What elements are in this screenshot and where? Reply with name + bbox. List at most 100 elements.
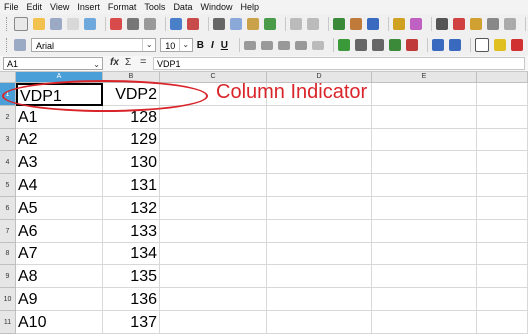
italic-button[interactable]: I bbox=[211, 40, 214, 51]
menu-insert[interactable]: Insert bbox=[77, 2, 100, 12]
open-folder-icon[interactable] bbox=[33, 18, 45, 30]
empty-cell[interactable] bbox=[477, 220, 528, 243]
select-all-corner[interactable] bbox=[0, 72, 16, 83]
empty-cell[interactable] bbox=[477, 197, 528, 220]
empty-cell[interactable] bbox=[477, 243, 528, 265]
align-left-icon[interactable] bbox=[244, 40, 256, 50]
chevron-down-icon[interactable]: ⌄ bbox=[142, 39, 155, 51]
row-header[interactable]: 8 bbox=[0, 243, 16, 265]
empty-cell[interactable] bbox=[372, 265, 477, 288]
column-header-a[interactable]: A bbox=[16, 72, 103, 83]
align-right-icon[interactable] bbox=[278, 40, 290, 50]
empty-cell[interactable] bbox=[267, 129, 372, 151]
empty-cell[interactable] bbox=[372, 174, 477, 197]
name-box[interactable]: A1 ⌄ bbox=[3, 57, 103, 70]
empty-cell[interactable] bbox=[477, 106, 528, 129]
cell-a11[interactable]: A10 bbox=[16, 311, 103, 334]
empty-cell[interactable] bbox=[267, 174, 372, 197]
print-icon[interactable] bbox=[127, 18, 139, 30]
empty-cell[interactable] bbox=[372, 197, 477, 220]
empty-cell[interactable] bbox=[160, 265, 267, 288]
empty-cell[interactable] bbox=[477, 83, 528, 106]
clone-formatting-icon[interactable] bbox=[264, 18, 276, 30]
row-header[interactable]: 11 bbox=[0, 311, 16, 334]
spellcheck-icon[interactable] bbox=[170, 18, 182, 30]
empty-cell[interactable] bbox=[160, 288, 267, 311]
email-icon[interactable] bbox=[67, 18, 79, 30]
row-header[interactable]: 6 bbox=[0, 197, 16, 220]
empty-cell[interactable] bbox=[267, 243, 372, 265]
row-header[interactable]: 7 bbox=[0, 220, 16, 243]
background-color-icon[interactable] bbox=[494, 39, 506, 51]
empty-cell[interactable] bbox=[160, 197, 267, 220]
menu-help[interactable]: Help bbox=[240, 2, 259, 12]
sum-icon[interactable]: Σ bbox=[125, 57, 131, 68]
empty-cell[interactable] bbox=[160, 243, 267, 265]
empty-cell[interactable] bbox=[477, 311, 528, 334]
cell-b9[interactable]: 135 bbox=[103, 265, 160, 288]
empty-cell[interactable] bbox=[160, 220, 267, 243]
empty-cell[interactable] bbox=[267, 288, 372, 311]
row-header[interactable]: 9 bbox=[0, 265, 16, 288]
row-header[interactable]: 10 bbox=[0, 288, 16, 311]
chevron-down-icon[interactable]: ⌄ bbox=[178, 39, 192, 51]
export-pdf-icon[interactable] bbox=[110, 18, 122, 30]
empty-cell[interactable] bbox=[267, 197, 372, 220]
cell-a4[interactable]: A3 bbox=[16, 151, 103, 174]
column-header-f[interactable] bbox=[477, 72, 528, 83]
increase-indent-icon[interactable] bbox=[449, 39, 461, 51]
column-header-e[interactable]: E bbox=[372, 72, 477, 83]
currency-format-icon[interactable] bbox=[338, 39, 350, 51]
delete-decimal-icon[interactable] bbox=[406, 39, 418, 51]
cell-a10[interactable]: A9 bbox=[16, 288, 103, 311]
menu-tools[interactable]: Tools bbox=[144, 2, 165, 12]
show-draw-functions-icon[interactable] bbox=[410, 18, 422, 30]
page-preview-icon[interactable] bbox=[144, 18, 156, 30]
formula-input[interactable]: VDP1 bbox=[153, 57, 525, 70]
empty-cell[interactable] bbox=[372, 243, 477, 265]
zoom-icon[interactable] bbox=[504, 18, 516, 30]
menu-file[interactable]: File bbox=[4, 2, 19, 12]
percent-format-icon[interactable] bbox=[355, 39, 367, 51]
navigator-icon[interactable] bbox=[453, 18, 465, 30]
cell-a6[interactable]: A5 bbox=[16, 197, 103, 220]
align-center-icon[interactable] bbox=[261, 40, 273, 50]
empty-cell[interactable] bbox=[160, 151, 267, 174]
empty-cell[interactable] bbox=[477, 288, 528, 311]
cell-b1[interactable]: VDP2 bbox=[103, 83, 160, 106]
empty-cell[interactable] bbox=[372, 106, 477, 129]
cell-a1[interactable]: VDP1 bbox=[16, 83, 103, 106]
empty-cell[interactable] bbox=[372, 83, 477, 106]
cell-a9[interactable]: A8 bbox=[16, 265, 103, 288]
bold-button[interactable]: B bbox=[197, 40, 204, 51]
cell-a3[interactable]: A2 bbox=[16, 129, 103, 151]
function-wizard-icon[interactable]: fx bbox=[110, 57, 119, 68]
row-header[interactable]: 1 bbox=[0, 83, 16, 106]
data-sources-icon[interactable] bbox=[487, 18, 499, 30]
chevron-down-icon[interactable]: ⌄ bbox=[93, 58, 100, 71]
sort-descending-icon[interactable] bbox=[367, 18, 379, 30]
autospellcheck-icon[interactable] bbox=[187, 18, 199, 30]
empty-cell[interactable] bbox=[267, 151, 372, 174]
cell-a7[interactable]: A6 bbox=[16, 220, 103, 243]
standard-format-icon[interactable] bbox=[372, 39, 384, 51]
empty-cell[interactable] bbox=[372, 311, 477, 334]
cell-b10[interactable]: 136 bbox=[103, 288, 160, 311]
font-size-box[interactable]: 10 ⌄ bbox=[160, 38, 193, 52]
borders-icon[interactable] bbox=[475, 38, 489, 52]
function-icon[interactable]: = bbox=[140, 56, 146, 68]
empty-cell[interactable] bbox=[477, 151, 528, 174]
edit-file-icon[interactable] bbox=[84, 18, 96, 30]
cell-b3[interactable]: 129 bbox=[103, 129, 160, 151]
empty-cell[interactable] bbox=[160, 129, 267, 151]
empty-cell[interactable] bbox=[267, 220, 372, 243]
row-header[interactable]: 4 bbox=[0, 151, 16, 174]
empty-cell[interactable] bbox=[267, 106, 372, 129]
toolbar-grip[interactable] bbox=[6, 17, 10, 31]
empty-cell[interactable] bbox=[160, 311, 267, 334]
cell-a5[interactable]: A4 bbox=[16, 174, 103, 197]
menu-edit[interactable]: Edit bbox=[27, 2, 43, 12]
toolbar-grip[interactable] bbox=[6, 38, 10, 52]
sort-ascending-icon[interactable] bbox=[350, 18, 362, 30]
empty-cell[interactable] bbox=[160, 106, 267, 129]
